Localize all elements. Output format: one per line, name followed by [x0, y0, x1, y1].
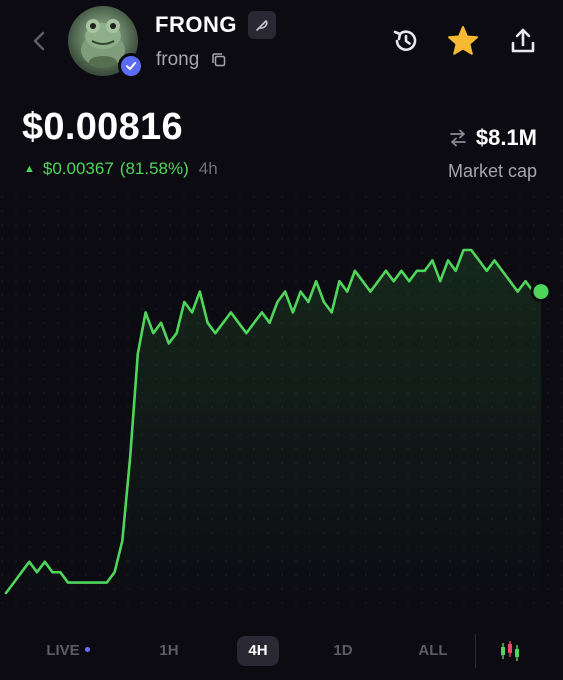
chevron-left-icon: [33, 31, 45, 51]
timeframe-divider: [475, 634, 476, 668]
back-button[interactable]: [22, 24, 56, 58]
timeframe-1d[interactable]: 1D: [320, 636, 366, 666]
price-change: ▲ $0.00367 (81.58%) 4h: [24, 159, 218, 179]
timeframe-selector: LIVE 1H 4H 1D ALL: [0, 630, 563, 672]
price-chart[interactable]: [0, 195, 563, 615]
timeframe-live[interactable]: LIVE: [36, 636, 100, 666]
change-amount: $0.00367: [42, 159, 114, 178]
history-icon: [393, 30, 417, 51]
timeframe-live-label: LIVE: [46, 642, 80, 659]
feather-icon: [256, 20, 268, 31]
timeframe-all[interactable]: ALL: [408, 636, 458, 666]
market-cap[interactable]: $8.1M Market cap: [448, 125, 537, 182]
verified-check-icon: [126, 62, 136, 70]
market-cap-label: Market cap: [447, 161, 537, 181]
favorite-button[interactable]: [446, 24, 480, 58]
share-button[interactable]: [506, 24, 540, 58]
copy-icon[interactable]: [210, 51, 228, 69]
star-icon: [448, 26, 478, 55]
swap-arrows-icon: [449, 129, 466, 147]
current-price: $0.00816: [22, 106, 183, 148]
last-price-marker: [530, 281, 552, 303]
market-cap-value: $8.1M: [475, 125, 537, 150]
candlestick-chart-icon: [501, 641, 519, 661]
share-icon: [511, 28, 535, 53]
live-dot-icon: [84, 647, 90, 653]
change-timeframe: 4h: [198, 159, 218, 178]
candlestick-toggle[interactable]: [490, 634, 530, 668]
up-arrow-icon: ▲: [24, 163, 35, 175]
history-button[interactable]: [389, 24, 423, 58]
token-detail-screen: FRONG frong $0.00816 ▲ $0.00367 (81.58%): [0, 0, 563, 680]
token-symbol: frong: [156, 49, 200, 70]
token-name: FRONG: [155, 12, 237, 37]
change-percent: (81.58%): [119, 159, 189, 178]
edit-button[interactable]: [248, 11, 276, 39]
timeframe-1h[interactable]: 1H: [146, 636, 192, 666]
verified-badge: [118, 53, 144, 79]
price-chart-svg: [0, 195, 563, 615]
timeframe-4h[interactable]: 4H: [237, 636, 279, 666]
